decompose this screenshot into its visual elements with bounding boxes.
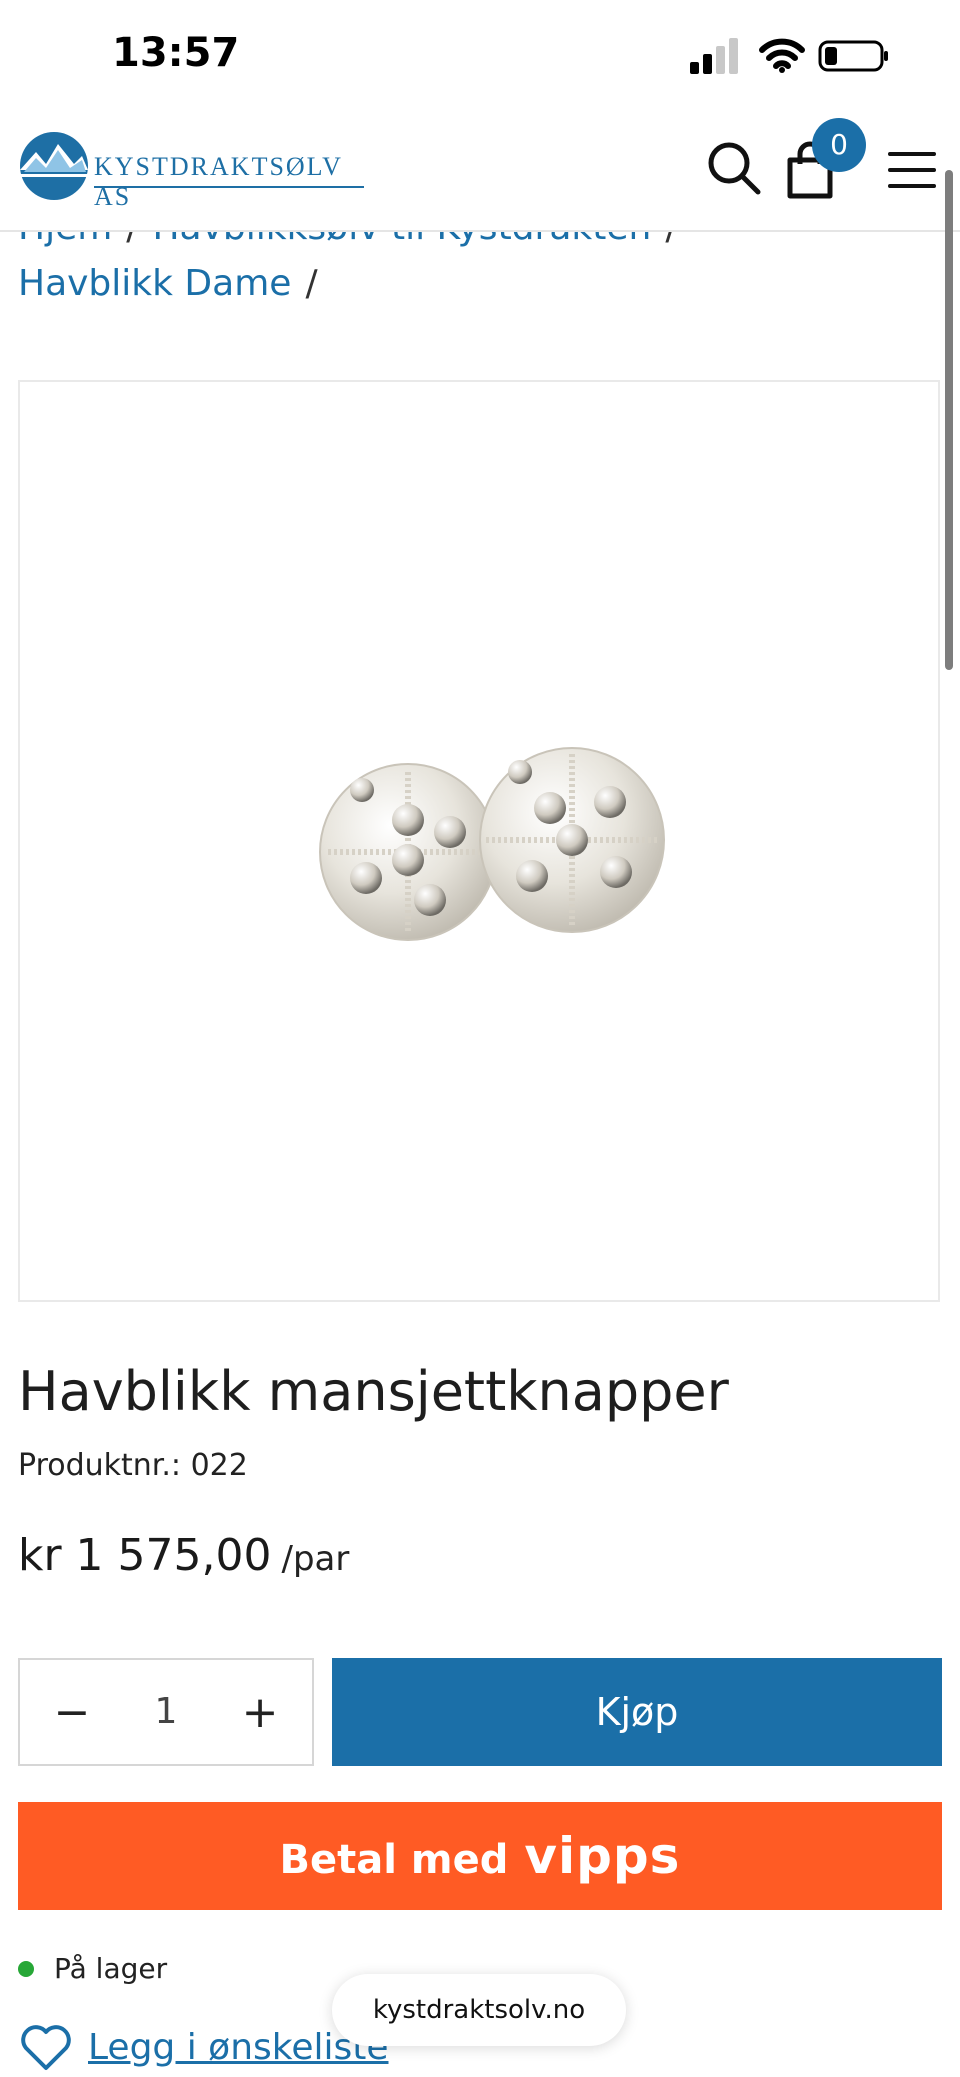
buy-button[interactable]: Kjøp — [332, 1658, 942, 1766]
logo-mountain-icon — [20, 132, 88, 200]
quantity-input[interactable]: 1 — [116, 1660, 216, 1764]
price-unit: /par — [281, 1539, 350, 1579]
stock-status: På lager — [18, 1952, 167, 1985]
stock-label: På lager — [54, 1952, 168, 1985]
stock-indicator-dot — [18, 1960, 34, 1977]
page-scrollbar[interactable] — [945, 170, 953, 670]
vipps-button-content: Betal med vipps — [280, 1827, 681, 1885]
product-image-cufflinks[interactable] — [310, 732, 670, 962]
logo-underline — [94, 186, 364, 188]
status-bar: 13:57 — [0, 0, 960, 110]
product-number: Produktnr.: 022 — [18, 1448, 248, 1483]
cart-count-badge[interactable]: 0 — [812, 118, 866, 172]
breadcrumb-separator: / — [305, 263, 318, 304]
vipps-pay-button[interactable]: Betal med vipps — [18, 1802, 942, 1910]
browser-url-pill[interactable]: kystdraktsolv.no — [332, 1974, 626, 2046]
battery-icon — [818, 40, 888, 72]
search-icon[interactable] — [706, 140, 762, 196]
vipps-logo: vipps — [524, 1827, 681, 1885]
product-price: kr 1 575,00 — [18, 1530, 272, 1581]
quantity-stepper: − 1 + — [18, 1658, 314, 1766]
product-number-value: 022 — [190, 1448, 248, 1483]
menu-icon[interactable] — [886, 148, 938, 192]
status-time: 13:57 — [112, 30, 240, 76]
product-image-frame[interactable] — [18, 380, 940, 1302]
wifi-icon — [759, 38, 805, 73]
quantity-increase-button[interactable]: + — [220, 1660, 300, 1764]
vipps-button-label: Betal med — [279, 1837, 509, 1883]
price-row: kr 1 575,00/par — [18, 1530, 349, 1581]
wishlist-link[interactable]: Legg i ønskeliste — [18, 2022, 389, 2072]
heart-icon — [21, 2025, 71, 2070]
site-header: KYSTDRAKTSØLV AS 0 — [0, 110, 960, 232]
product-number-label: Produktnr.: — [18, 1448, 182, 1483]
signal-icon — [690, 38, 738, 74]
breadcrumb-subcategory[interactable]: Havblikk Dame — [18, 263, 291, 304]
quantity-decrease-button[interactable]: − — [32, 1660, 112, 1764]
product-title: Havblikk mansjettknapper — [18, 1360, 729, 1423]
logo[interactable]: KYSTDRAKTSØLV AS — [18, 130, 364, 211]
logo-text: KYSTDRAKTSØLV AS — [94, 152, 343, 211]
